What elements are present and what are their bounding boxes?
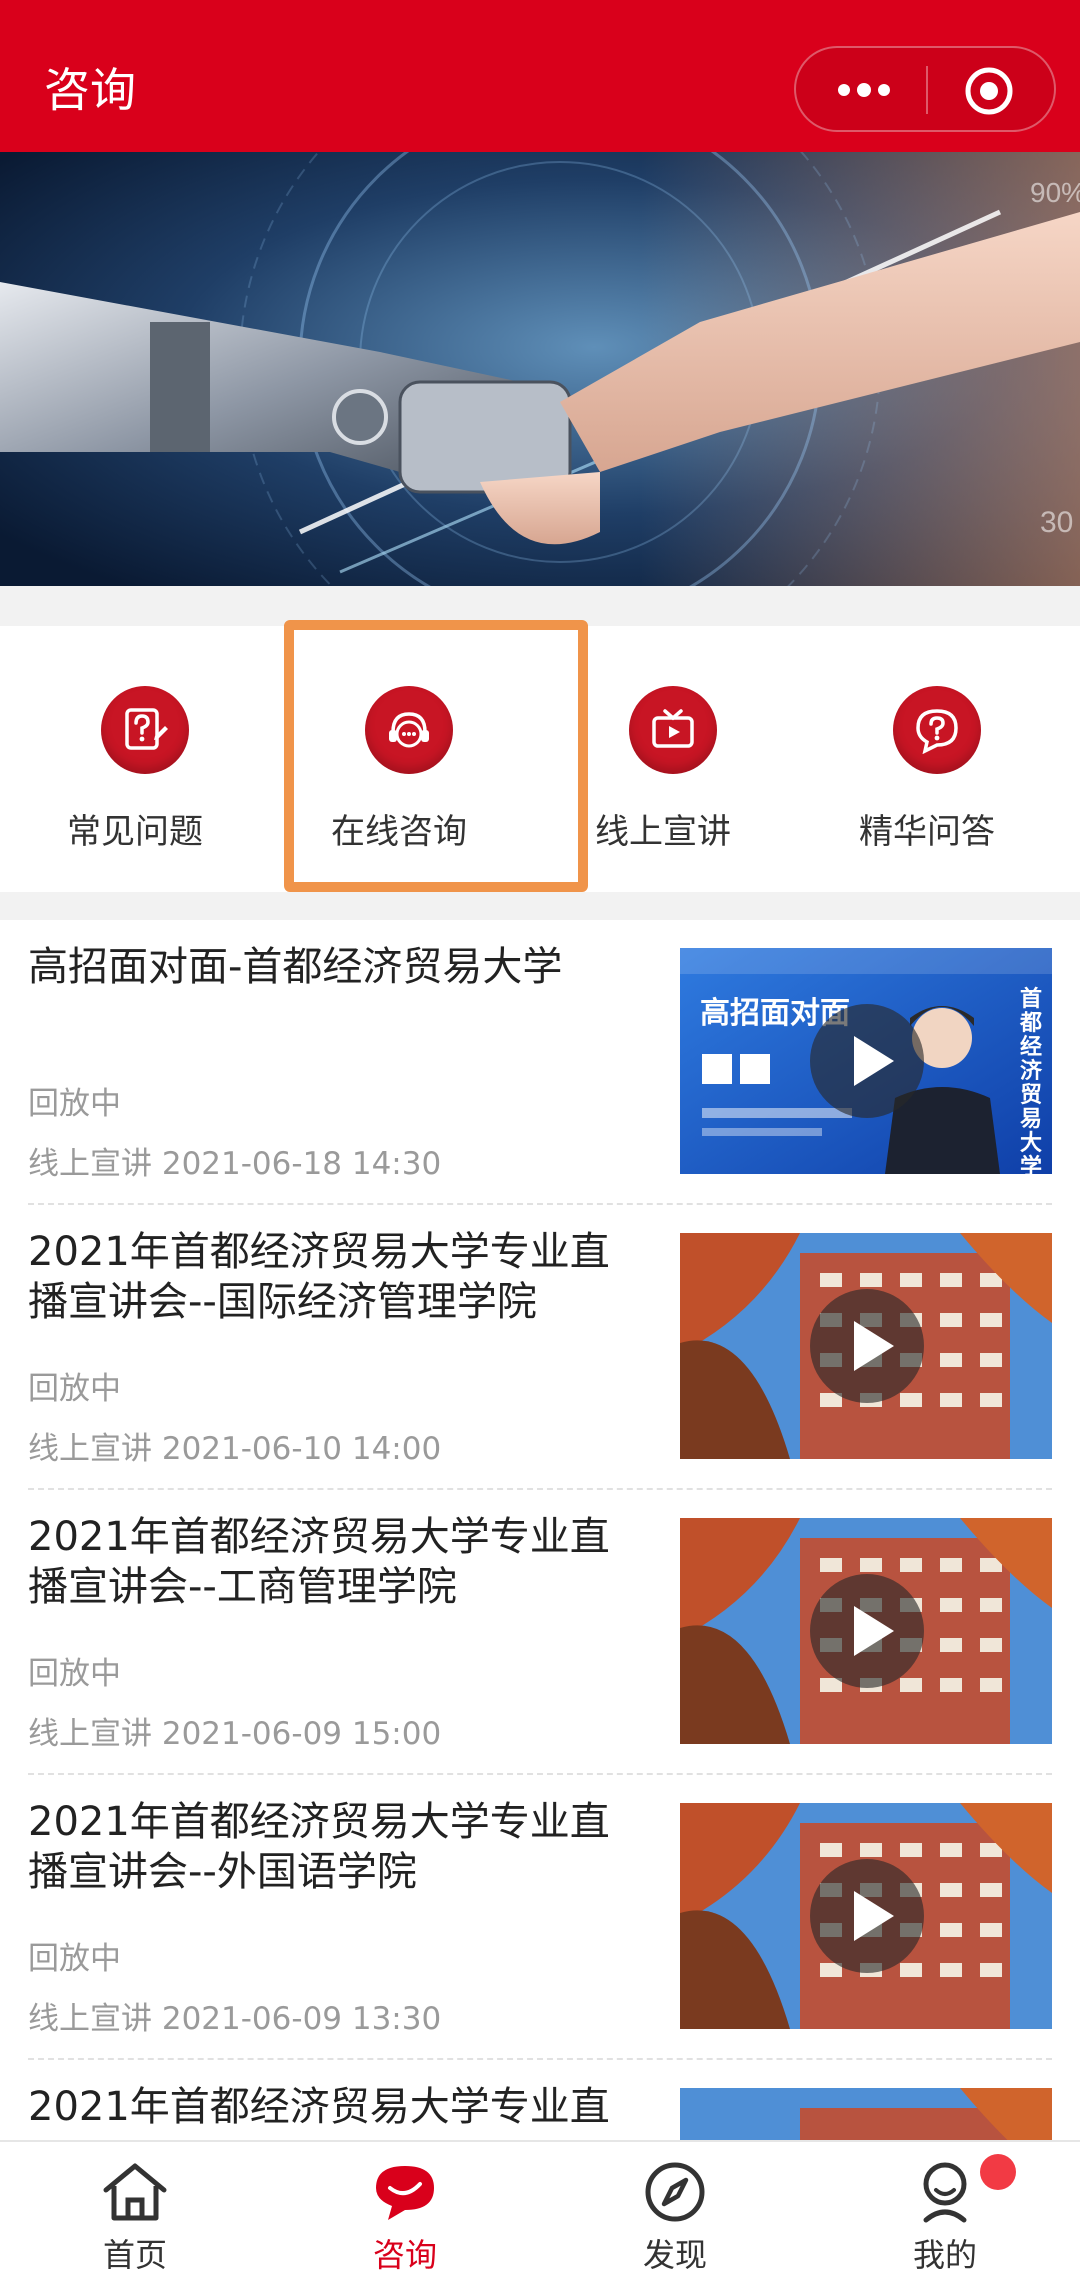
menu-label-faq: 常见问题: [67, 812, 203, 852]
tab-label-home: 首页: [102, 2236, 167, 2274]
target-circle-icon[interactable]: [964, 66, 1014, 116]
list-item[interactable]: 2021年首都经济贸易大学专业直播宣讲会--工商管理学院 回放中 线上宣讲 20…: [28, 1490, 1052, 1775]
item-thumbnail[interactable]: 高招面对面 首都经济贸易大学: [680, 948, 1052, 1174]
poster-school: 首都经济贸易大学: [1020, 987, 1043, 1175]
item-title: 高招面对面-首都经济贸易大学: [28, 944, 563, 990]
user-icon: [923, 2162, 967, 2223]
item-thumbnail[interactable]: [680, 1803, 1052, 2029]
list-item[interactable]: 2021年首都经济贸易大学专业直播宣讲会--国际经济管理学院 回放中 线上宣讲 …: [28, 1205, 1052, 1490]
banner-image[interactable]: 90% 30: [0, 152, 1080, 586]
item-thumbnail[interactable]: [680, 1233, 1052, 1459]
home-icon: [103, 2163, 167, 2221]
item-thumbnail[interactable]: [680, 2088, 1052, 2140]
item-title: 2021年首都经济贸易大学专业直: [28, 2084, 610, 2130]
play-icon: [810, 1004, 924, 1118]
tab-label-mine: 我的: [912, 2236, 977, 2274]
list-item[interactable]: 高招面对面-首都经济贸易大学 回放中 线上宣讲 2021-06-18 14:30: [28, 920, 1052, 1205]
item-title: 2021年首都经济贸易大学专业直播宣讲会--国际经济管理学院: [28, 1229, 610, 1325]
menu-item-online-talk[interactable]: 线上宣讲: [528, 626, 798, 892]
tab-home[interactable]: 首页: [0, 2142, 270, 2284]
item-meta: 线上宣讲 2021-06-09 13:30: [28, 2001, 442, 2037]
talk-list: 高招面对面-首都经济贸易大学 回放中 线上宣讲 2021-06-18 14:30: [0, 920, 1080, 2140]
item-title: 2021年首都经济贸易大学专业直播宣讲会--工商管理学院: [28, 1514, 610, 1610]
tab-discover[interactable]: 发现: [540, 2142, 810, 2284]
menu-item-featured-qa[interactable]: 精华问答: [792, 626, 1062, 892]
item-status: 回放中: [28, 1656, 121, 1692]
item-meta: 线上宣讲 2021-06-10 14:00: [28, 1431, 442, 1467]
list-item[interactable]: 2021年首都经济贸易大学专业直播宣讲会--外国语学院 回放中 线上宣讲 202…: [28, 1775, 1052, 2060]
list-item[interactable]: 2021年首都经济贸易大学专业直: [28, 2060, 1052, 2140]
menu-label-featured-qa: 精华问答: [859, 812, 995, 852]
item-meta: 线上宣讲 2021-06-09 15:00: [28, 1716, 442, 1752]
item-status: 回放中: [28, 1086, 121, 1122]
tab-mine[interactable]: 我的: [810, 2142, 1080, 2284]
menu-item-online-consult[interactable]: 在线咨询: [264, 626, 534, 892]
capsule-divider: [926, 66, 928, 114]
question-doc-icon: [101, 686, 189, 774]
svg-text:30: 30: [1040, 506, 1073, 539]
menu-label-online-talk: 线上宣讲: [595, 812, 731, 852]
mini-program-capsule: [794, 46, 1056, 132]
quick-menu: 常见问题 在线咨询 线上宣讲 精华问答: [0, 626, 1080, 892]
play-icon: [810, 1574, 924, 1688]
notification-badge: [980, 2154, 1016, 2190]
tab-label-discover: 发现: [642, 2236, 707, 2274]
question-bubble-icon: [893, 686, 981, 774]
more-dots-icon[interactable]: [836, 78, 892, 102]
tv-play-icon: [629, 686, 717, 774]
svg-text:90%: 90%: [1030, 177, 1080, 208]
item-title: 2021年首都经济贸易大学专业直播宣讲会--外国语学院: [28, 1799, 610, 1895]
chat-headset-icon: [365, 686, 453, 774]
item-thumbnail[interactable]: [680, 1518, 1052, 1744]
item-status: 回放中: [28, 1941, 121, 1977]
menu-item-faq[interactable]: 常见问题: [0, 626, 270, 892]
menu-label-online-consult: 在线咨询: [331, 812, 467, 852]
tab-bar: 首页 咨询 发现 我的: [0, 2140, 1080, 2284]
chat-bubble-icon: [376, 2166, 434, 2220]
tab-consult[interactable]: 咨询: [270, 2142, 540, 2284]
nav-header: 咨询: [0, 0, 1080, 152]
page-title: 咨询: [44, 63, 136, 117]
item-status: 回放中: [28, 1371, 121, 1407]
play-icon: [810, 1289, 924, 1403]
play-icon: [810, 1859, 924, 1973]
compass-icon: [645, 2162, 705, 2222]
item-meta: 线上宣讲 2021-06-18 14:30: [28, 1146, 442, 1182]
tab-label-consult: 咨询: [372, 2236, 437, 2274]
